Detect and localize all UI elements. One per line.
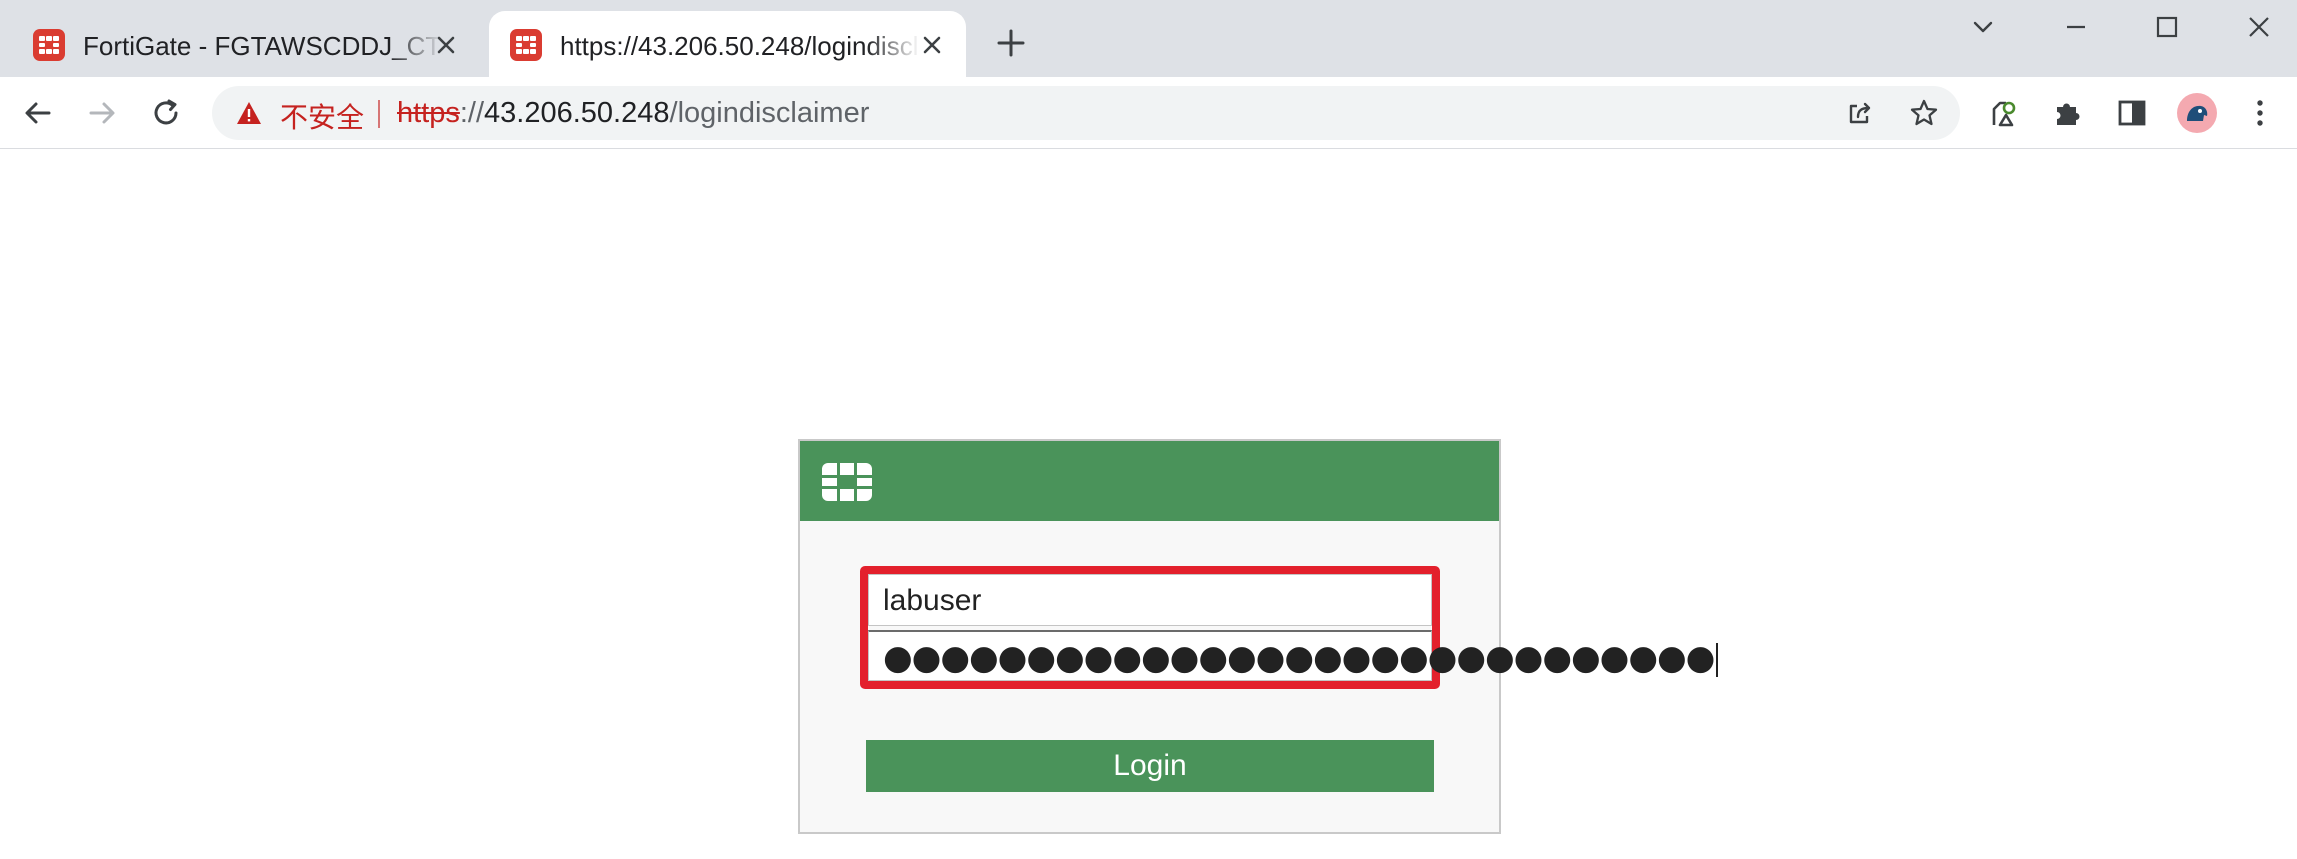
tab-strip: FortiGate - FGTAWSCDDJ_CTZI https://43.2… — [0, 0, 2297, 77]
login-panel: labuser ●●●●●●●●●●●●●●●●●●●●●●●●●●●●● Lo… — [798, 439, 1719, 834]
close-icon[interactable] — [918, 31, 946, 59]
avatar[interactable] — [2177, 93, 2217, 133]
menu-icon[interactable] — [2242, 95, 2278, 131]
password-field[interactable]: ●●●●●●●●●●●●●●●●●●●●●●●●●●●●● — [868, 630, 1719, 681]
tab-logindisclaimer[interactable]: https://43.206.50.248/logindisclaimer — [489, 11, 966, 77]
browser-toolbar: 不安全 https://43.206.50.248/logindisclaime… — [0, 77, 2297, 149]
minimize-icon[interactable] — [2059, 10, 2093, 44]
username-field[interactable]: labuser — [868, 574, 1432, 626]
username-value: labuser — [883, 584, 982, 617]
address-bar[interactable]: 不安全 https://43.206.50.248/logindisclaime… — [212, 86, 1960, 140]
url-path: /logindisclaimer — [669, 97, 870, 129]
new-tab-icon[interactable] — [996, 28, 1026, 58]
extension-icon[interactable] — [1986, 95, 2022, 131]
security-status-label[interactable]: 不安全 — [280, 96, 364, 136]
puzzle-icon[interactable] — [2050, 95, 2086, 131]
text-caret — [1716, 642, 1719, 677]
url-scheme: https — [397, 97, 460, 129]
close-window-icon[interactable] — [2242, 10, 2276, 44]
back-icon[interactable] — [20, 95, 56, 131]
share-icon[interactable] — [1845, 98, 1875, 128]
side-panel-icon[interactable] — [2114, 95, 2150, 131]
tab-fortigate[interactable]: FortiGate - FGTAWSCDDJ_CTZI — [12, 11, 480, 77]
password-dots: ●●●●●●●●●●●●●●●●●●●●●●●●●●●●● — [883, 638, 1715, 678]
password-value: ●●●●●●●●●●●●●●●●●●●●●●●●●●●●● — [883, 638, 1719, 678]
url-text[interactable]: https://43.206.50.248/logindisclaimer — [397, 97, 869, 130]
chevron-down-icon[interactable] — [1966, 10, 2000, 44]
login-header — [800, 441, 1499, 521]
divider — [378, 100, 380, 128]
close-icon[interactable] — [432, 31, 460, 59]
login-button[interactable]: Login — [866, 740, 1434, 792]
warning-icon[interactable] — [236, 100, 262, 126]
reload-icon[interactable] — [148, 95, 184, 131]
url-host: 43.206.50.248 — [484, 97, 670, 129]
fortinet-logo-icon — [818, 461, 876, 503]
forward-icon[interactable] — [84, 95, 120, 131]
tab-title: FortiGate - FGTAWSCDDJ_CTZI — [83, 31, 443, 61]
fortinet-icon — [510, 29, 542, 61]
maximize-icon[interactable] — [2150, 10, 2184, 44]
url-separator: :// — [459, 97, 485, 129]
star-icon[interactable] — [1909, 98, 1939, 128]
tab-title: https://43.206.50.248/logindisclaimer — [560, 31, 920, 61]
fortinet-icon — [33, 29, 65, 61]
